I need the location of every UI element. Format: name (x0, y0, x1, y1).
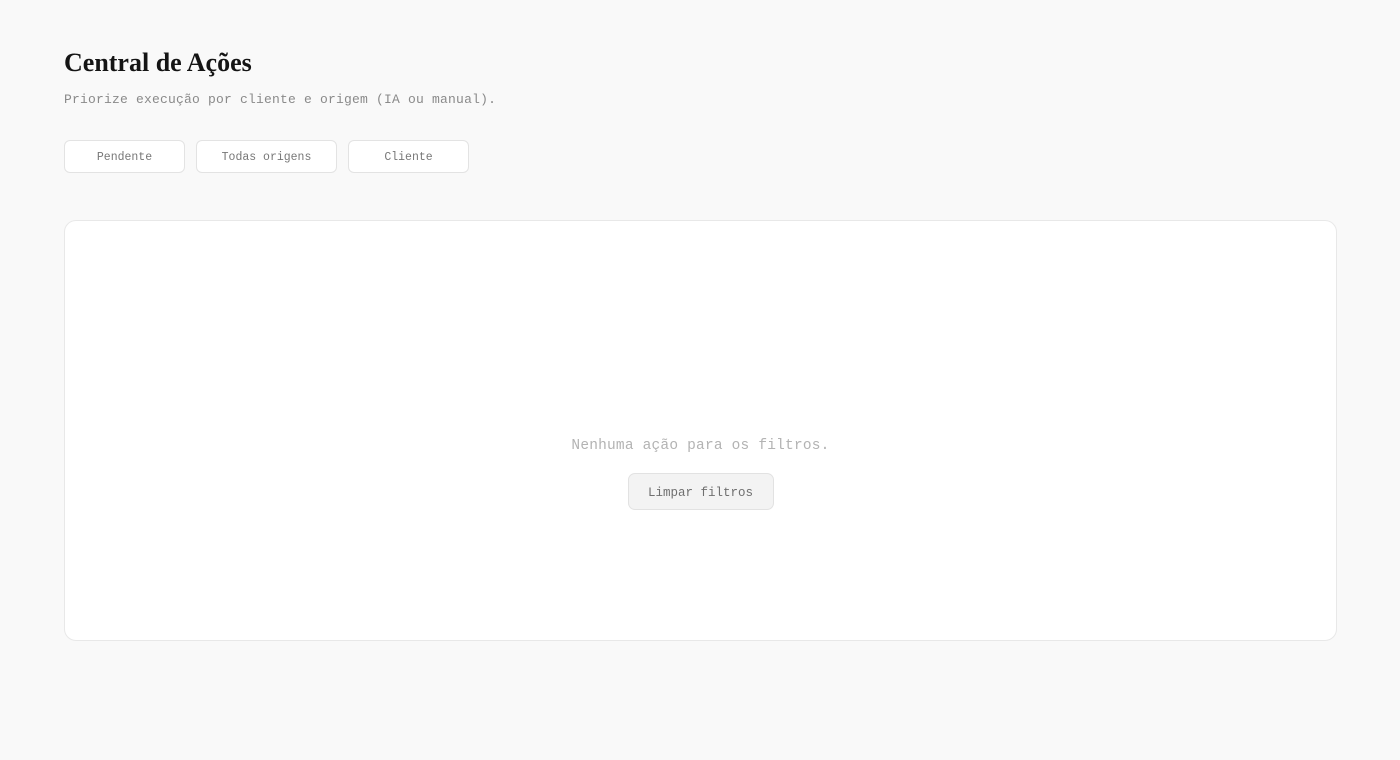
origin-filter-button[interactable]: Todas origens (196, 140, 337, 173)
actions-page: Central de Ações Priorize execução por c… (64, 0, 1337, 760)
clear-filters-button[interactable]: Limpar filtros (627, 473, 774, 510)
actions-results-panel: Nenhuma ação para os filtros. Limpar fil… (64, 220, 1337, 641)
status-filter-button[interactable]: Pendente (64, 140, 185, 173)
page-title: Central de Ações (64, 48, 252, 77)
filter-bar: Pendente Todas origens Cliente (64, 140, 469, 173)
client-filter-button[interactable]: Cliente (348, 140, 469, 173)
empty-state: Nenhuma ação para os filtros. Limpar fil… (65, 434, 1336, 510)
empty-state-message: Nenhuma ação para os filtros. (571, 438, 830, 454)
page-subtitle: Priorize execução por cliente e origem (… (64, 92, 497, 107)
